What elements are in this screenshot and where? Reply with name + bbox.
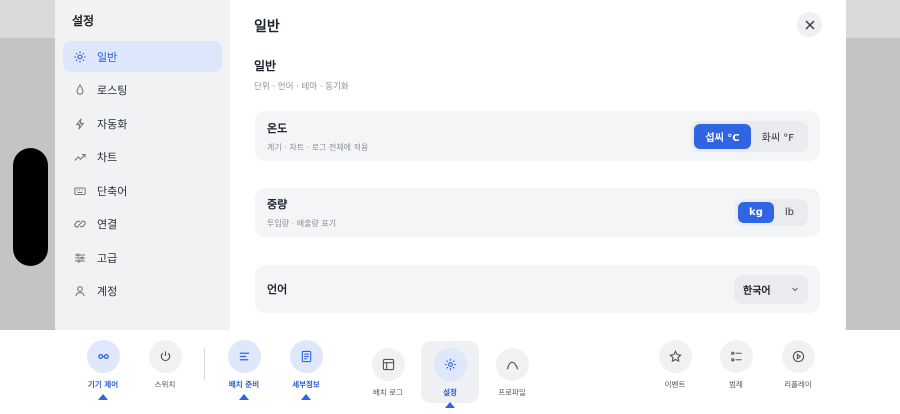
close-icon (805, 20, 814, 29)
toolbar-label: 범례 (729, 380, 743, 389)
celsius-option[interactable]: 섭씨 °C (694, 123, 751, 149)
selected-indicator (239, 394, 249, 400)
toolbar-label: 스위치 (154, 380, 176, 389)
sidebar-item-shortcuts[interactable]: 단축어 (63, 175, 222, 206)
sidebar-item-label: 고급 (97, 251, 118, 265)
toolbar-label: 배치 로그 (373, 388, 403, 397)
weight-unit-toggle: kg lb (735, 199, 808, 226)
chevron-down-icon (792, 287, 798, 292)
toolbar-label: 리플레이 (784, 380, 812, 389)
toolbar-label: 설정 (443, 388, 457, 397)
curve-icon (506, 361, 518, 370)
sidebar-item-label: 자동화 (97, 117, 128, 131)
bottom-toolbar: 기기 제어 스위치 배치 준비 세부정보 배치 로그 설정 프로파일 이벤트 범… (0, 330, 900, 414)
language-label: 언어 (267, 283, 288, 296)
toolbar-batch-prep[interactable]: 배치 준비 (214, 340, 274, 400)
user-icon (73, 284, 87, 298)
toolbar-divider (204, 348, 205, 380)
star-icon (668, 350, 682, 363)
toolbar-label: 이벤트 (664, 380, 686, 389)
sidebar-item-connection[interactable]: 연결 (63, 209, 222, 240)
toolbar-settings[interactable]: 설정 (420, 348, 480, 408)
sidebar-item-account[interactable]: 계정 (63, 276, 222, 307)
toolbar-label: 프로파일 (498, 388, 526, 397)
selected-indicator (445, 402, 455, 408)
document-icon (301, 350, 311, 363)
sun-icon (73, 50, 87, 64)
sidebar-item-label: 차트 (97, 151, 118, 164)
link-icon (97, 353, 109, 360)
settings-content: 일반 일반 단위 · 언어 · 테마 · 동기화 온도 계기 · 차트 · 로그… (230, 0, 846, 338)
sidebar-item-label: 로스팅 (97, 84, 128, 97)
sidebar-item-roasting[interactable]: 로스팅 (63, 75, 222, 106)
sidebar-title: 설정 (72, 14, 95, 28)
temperature-unit-toggle: 섭씨 °C 화씨 °F (691, 120, 808, 152)
sidebar-item-automation[interactable]: 자동화 (63, 108, 222, 139)
gear-icon (444, 358, 456, 371)
toolbar-events[interactable]: 이벤트 (645, 340, 705, 390)
sidebar-item-chart[interactable]: 차트 (63, 142, 222, 173)
play-icon (792, 350, 804, 363)
toolbar-device-control[interactable]: 기기 제어 (73, 340, 133, 400)
temperature-card: 온도 계기 · 차트 · 로그 전체에 적용 섭씨 °C 화씨 °F (255, 111, 820, 161)
toolbar-label: 세부정보 (292, 380, 320, 389)
fahrenheit-option[interactable]: 화씨 °F (751, 124, 805, 149)
weight-label: 중량 (267, 198, 288, 211)
section-title: 일반 (254, 59, 277, 73)
toolbar-details[interactable]: 세부정보 (276, 340, 336, 400)
legend-icon (730, 351, 742, 362)
toolbar-profile[interactable]: 프로파일 (482, 348, 542, 398)
settings-sidebar: 설정 일반 로스팅 자동화 차트 단축어 연결 고급 계정 (55, 0, 230, 338)
weight-card: 중량 투입량 · 배출량 표기 kg lb (255, 188, 820, 237)
keyboard-icon (73, 184, 87, 198)
trend-icon (73, 150, 87, 164)
lb-option[interactable]: lb (774, 202, 805, 223)
language-value: 한국어 (743, 285, 771, 297)
temperature-label: 온도 (267, 121, 288, 135)
droplet-icon (73, 83, 87, 97)
weight-desc: 투입량 · 배출량 표기 (267, 219, 337, 228)
selected-indicator (301, 394, 311, 400)
language-select[interactable]: 한국어 (734, 274, 808, 304)
language-card: 언어 한국어 (255, 265, 820, 313)
power-icon (160, 351, 170, 362)
side-handle[interactable] (13, 148, 48, 266)
sidebar-item-label: 일반 (97, 50, 118, 64)
list-icon (239, 352, 249, 361)
selected-indicator (98, 394, 108, 400)
kg-option[interactable]: kg (738, 202, 774, 223)
lightning-icon (73, 117, 87, 131)
sidebar-item-label: 계정 (97, 285, 118, 298)
sidebar-item-general[interactable]: 일반 (63, 41, 222, 72)
sliders-icon (73, 251, 87, 265)
link-icon (73, 217, 87, 231)
toolbar-label: 배치 준비 (228, 380, 260, 389)
settings-modal: 설정 일반 로스팅 자동화 차트 단축어 연결 고급 계정 일반 일반 단위 ·… (55, 0, 846, 338)
temperature-desc: 계기 · 차트 · 로그 전체에 적용 (267, 142, 369, 152)
toolbar-replay[interactable]: 리플레이 (768, 340, 828, 390)
toolbar-legend[interactable]: 범례 (706, 340, 766, 390)
layout-icon (382, 358, 394, 371)
sidebar-item-label: 단축어 (97, 184, 128, 198)
toolbar-switch[interactable]: 스위치 (135, 340, 195, 390)
page-title: 일반 (254, 19, 280, 35)
toolbar-label: 기기 제어 (87, 380, 119, 389)
toolbar-batch-log[interactable]: 배치 로그 (358, 348, 418, 398)
section-subtitle: 단위 · 언어 · 테마 · 동기화 (254, 82, 349, 92)
close-button[interactable] (797, 12, 822, 37)
sidebar-item-label: 연결 (97, 218, 118, 231)
sidebar-item-advanced[interactable]: 고급 (63, 242, 222, 273)
